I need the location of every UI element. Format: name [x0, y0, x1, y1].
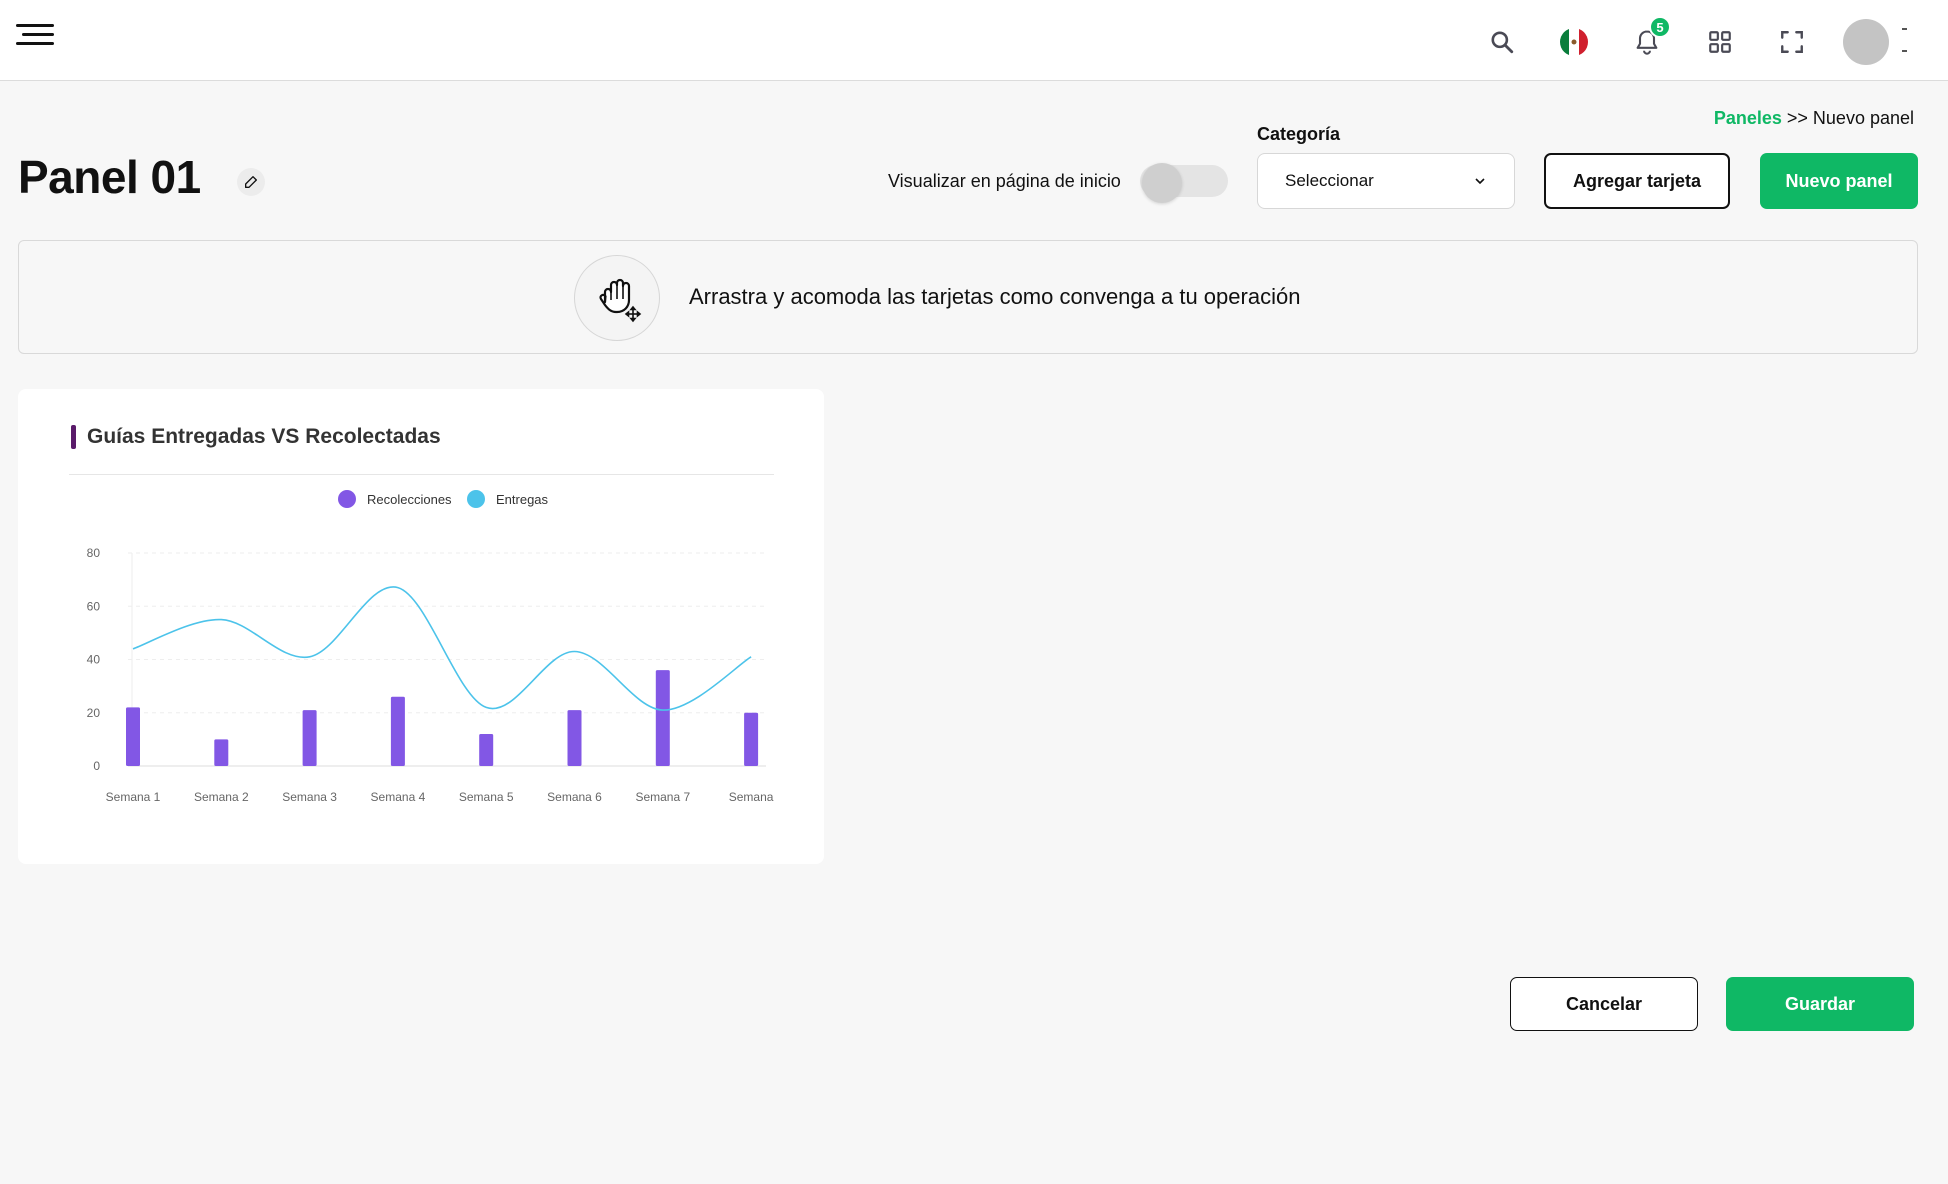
- x-tick-label: Semana 5: [459, 790, 514, 804]
- cancel-button[interactable]: Cancelar: [1510, 977, 1698, 1031]
- notification-badge: 5: [1649, 16, 1671, 38]
- bar-recolecciones: [479, 734, 494, 766]
- home-visibility-label: Visualizar en página de inicio: [888, 171, 1121, 191]
- y-tick-label: 20: [87, 706, 101, 720]
- breadcrumb-current: Nuevo panel: [1812, 108, 1914, 128]
- category-label: Categoría: [1257, 124, 1341, 144]
- y-tick-label: 60: [87, 599, 101, 613]
- y-tick-label: 40: [87, 653, 101, 667]
- x-tick-label: Semana 2: [194, 790, 249, 804]
- save-button[interactable]: Guardar: [1726, 977, 1914, 1031]
- user-menu-indicator[interactable]: [1902, 50, 1907, 52]
- home-visibility-toggle[interactable]: [1140, 163, 1228, 203]
- fullscreen-icon[interactable]: [1774, 24, 1810, 60]
- x-tick-label: Semana 3: [282, 790, 337, 804]
- chevron-down-icon: [1475, 178, 1485, 185]
- bar-recolecciones: [390, 696, 405, 766]
- drag-hint-text: Arrastra y acomoda las tarjetas como con…: [689, 284, 1301, 309]
- legend-marker-recolecciones: [338, 490, 356, 508]
- top-bar: 5: [0, 0, 1948, 81]
- toggle-knob: [1142, 163, 1182, 203]
- user-menu-indicator[interactable]: [1902, 28, 1907, 30]
- category-select-value: Seleccionar: [1285, 171, 1374, 190]
- category-select[interactable]: Seleccionar: [1257, 153, 1515, 209]
- x-tick-label: Semana 4: [371, 790, 426, 804]
- bar-recolecciones: [126, 707, 140, 766]
- bar-recolecciones: [567, 710, 582, 766]
- bell-icon[interactable]: 5: [1629, 16, 1671, 60]
- bar-recolecciones: [214, 739, 229, 766]
- avatar[interactable]: [1843, 19, 1889, 65]
- mexico-flag-icon[interactable]: [1556, 24, 1592, 60]
- breadcrumb-link-paneles[interactable]: Paneles: [1714, 108, 1782, 128]
- search-icon[interactable]: [1484, 24, 1520, 60]
- bar-recolecciones: [744, 712, 759, 766]
- chart-card[interactable]: Guías Entregadas VS Recolectadas Recolec…: [18, 389, 824, 864]
- add-card-button[interactable]: Agregar tarjeta: [1544, 153, 1730, 209]
- x-tick-label: Semana 1: [106, 790, 161, 804]
- hamburger-icon[interactable]: [16, 22, 56, 48]
- drag-hint-banner: Arrastra y acomoda las tarjetas como con…: [18, 240, 1918, 354]
- bar-recolecciones: [302, 710, 317, 766]
- x-tick-label: Semana 7: [635, 790, 690, 804]
- y-tick-label: 80: [87, 546, 101, 560]
- apps-grid-icon[interactable]: [1702, 24, 1738, 60]
- legend-label-recolecciones: Recolecciones: [367, 492, 452, 507]
- edit-title-button[interactable]: [237, 168, 265, 196]
- chart-svg: Recolecciones Entregas 0 20 40 60 80 Semana 1 Se…: [87, 490, 774, 804]
- drag-hand-icon: [574, 255, 660, 341]
- page-title: Panel 01: [18, 151, 201, 203]
- legend-label-entregas: Entregas: [496, 492, 549, 507]
- y-tick-label: 0: [93, 759, 100, 773]
- new-panel-button[interactable]: Nuevo panel: [1760, 153, 1918, 209]
- legend-marker-entregas: [467, 490, 485, 508]
- x-tick-label: Semana: [729, 790, 774, 804]
- breadcrumb-separator: >>: [1786, 108, 1808, 128]
- breadcrumb: Paneles >> Nuevo panel: [1714, 108, 1914, 129]
- bar-recolecciones: [655, 670, 670, 766]
- pencil-icon: [245, 176, 257, 188]
- x-tick-label: Semana 6: [547, 790, 602, 804]
